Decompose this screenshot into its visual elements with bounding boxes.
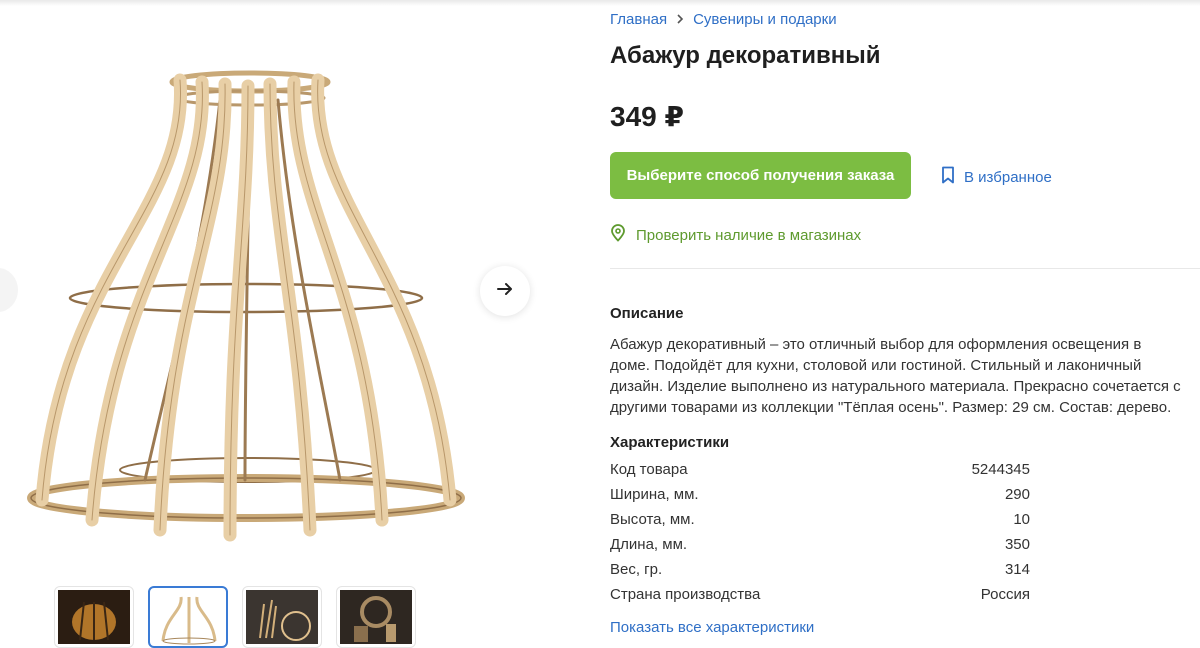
product-image [27, 70, 465, 542]
product-price: 349 ₽ [610, 101, 684, 132]
breadcrumb-category-link[interactable]: Сувениры и подарки [693, 11, 837, 28]
favorites-label: В избранное [964, 168, 1052, 186]
spec-value: 290 [1004, 486, 1030, 503]
thumbnail-3[interactable] [242, 586, 322, 648]
map-pin-icon [610, 224, 626, 246]
spec-label: Длина, мм. [610, 536, 688, 553]
spec-row: Код товара 5244345 [610, 461, 1030, 486]
gallery-next-button[interactable] [480, 266, 530, 316]
thumbnail-2[interactable] [148, 586, 228, 648]
spec-value: 314 [1004, 561, 1030, 578]
spec-label: Страна производства [610, 586, 761, 603]
chevron-right-icon [675, 12, 685, 28]
spec-row: Вес, гр. 314 [610, 561, 1030, 586]
product-title: Абажур декоративный [610, 42, 881, 69]
spec-value: 350 [1004, 536, 1030, 553]
breadcrumb: Главная Сувениры и подарки [610, 11, 837, 28]
spec-label: Ширина, мм. [610, 486, 699, 503]
spec-label: Вес, гр. [610, 561, 663, 578]
spec-row: Ширина, мм. 290 [610, 486, 1030, 511]
breadcrumb-home-link[interactable]: Главная [610, 11, 667, 28]
arrow-right-icon [496, 280, 514, 303]
thumbnail-1[interactable] [54, 586, 134, 648]
description-text: Абажур декоративный – это отличный выбор… [610, 336, 1181, 416]
spec-value: 5244345 [971, 461, 1030, 478]
spec-value: Россия [980, 586, 1030, 603]
order-button[interactable]: Выберите способ получения заказа [610, 152, 911, 199]
spec-label: Высота, мм. [610, 511, 695, 528]
specs-table: Код товара 5244345 Ширина, мм. 290 Высот… [610, 461, 1030, 611]
check-stock-link[interactable]: Проверить наличие в магазинах [610, 224, 861, 246]
spec-row: Страна производства Россия [610, 586, 1030, 611]
thumbnail-4[interactable] [336, 586, 416, 648]
check-stock-label: Проверить наличие в магазинах [636, 226, 862, 244]
divider [610, 268, 1200, 269]
spec-row: Высота, мм. 10 [610, 511, 1030, 536]
product-gallery [0, 0, 560, 648]
bookmark-icon [940, 166, 956, 188]
spec-label: Код товара [610, 461, 688, 478]
add-to-favorites-button[interactable]: В избранное [940, 166, 1052, 188]
description-heading: Описание [610, 305, 684, 322]
spec-row: Длина, мм. 350 [610, 536, 1030, 561]
thumbnail-strip [54, 586, 416, 648]
gallery-prev-button[interactable] [0, 268, 18, 312]
spec-value: 10 [1013, 511, 1030, 528]
specs-heading: Характеристики [610, 434, 730, 451]
show-all-specs-link[interactable]: Показать все характеристики [610, 619, 814, 636]
